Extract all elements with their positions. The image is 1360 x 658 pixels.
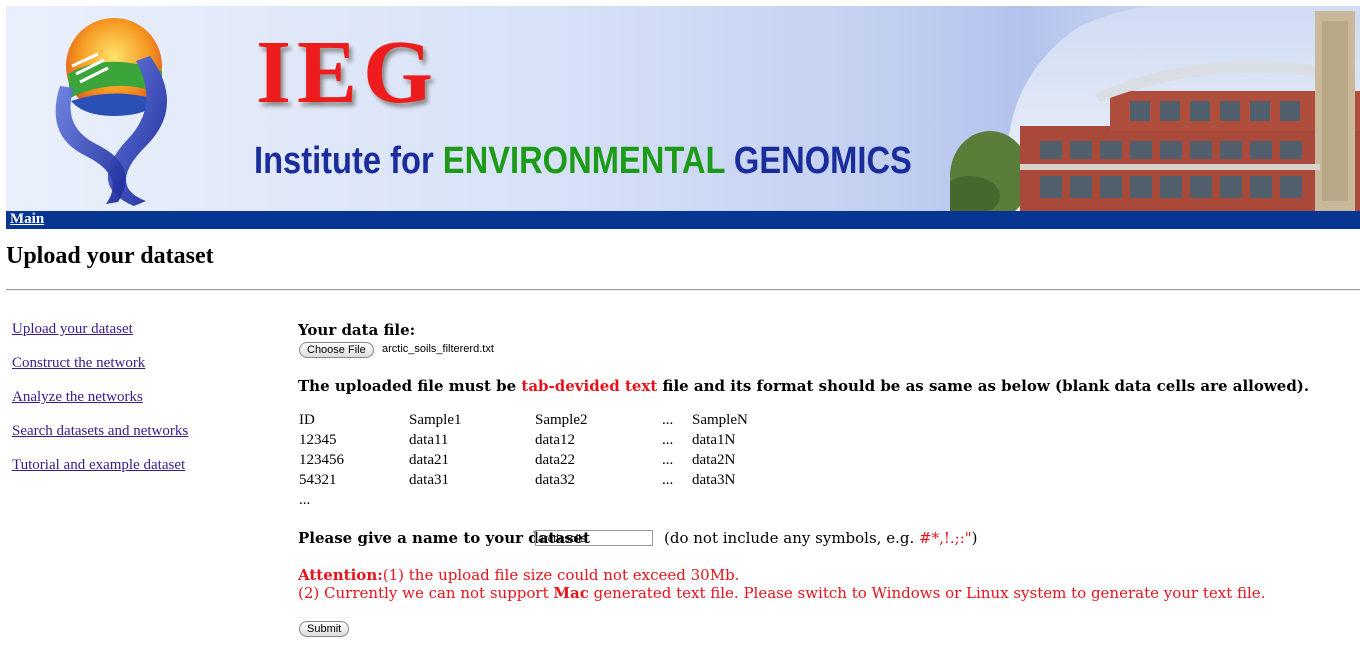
table-cell: SampleN [692, 412, 748, 428]
table-cell: data22 [535, 452, 575, 468]
sidebar-item-search[interactable]: Search datasets and networks [12, 423, 188, 440]
table-cell: ... [662, 452, 674, 468]
attention-text-1: (1) the upload file size could not excee… [382, 566, 740, 584]
table-cell: data1N [692, 432, 736, 448]
name-hint-post: ) [971, 529, 978, 547]
sidebar-item-tutorial[interactable]: Tutorial and example dataset [12, 457, 185, 474]
submit-button[interactable]: Submit [299, 621, 350, 637]
table-cell: Sample1 [409, 412, 462, 428]
subtitle-part1: Institute for [254, 140, 434, 182]
attention-line-2: (2) Currently we can not support Mac gen… [298, 584, 1265, 602]
dataset-name-input[interactable]: arcticsoils [535, 530, 653, 546]
table-trailing-ellipsis: ... [299, 492, 311, 508]
top-navbar: Main [6, 211, 1360, 229]
sidebar-item-upload[interactable]: Upload your dataset [12, 321, 133, 338]
nav-main-link[interactable]: Main [10, 211, 44, 228]
building-photo [950, 6, 1360, 211]
name-hint-symbols: #*,!.;:" [919, 529, 972, 547]
table-cell: ... [662, 472, 674, 488]
format-note: The uploaded file must be tab-devided te… [298, 377, 1309, 395]
table-cell: data3N [692, 472, 736, 488]
dataset-name-hint: (do not include any symbols, e.g. #*,!.;… [664, 529, 978, 547]
table-cell: 123456 [299, 452, 344, 468]
attention-mac: Mac [553, 584, 589, 602]
choose-file-button[interactable]: Choose File [299, 342, 374, 358]
attention-label: Attention: [298, 566, 383, 584]
format-note-pre: The uploaded file must be [298, 377, 517, 395]
site-banner: IEG Institute for ENVIRONMENTAL GENOMICS [6, 6, 1360, 211]
format-note-post: file and its format should be as same as… [662, 377, 1310, 395]
attention-text-2-pre: (2) Currently we can not support [298, 584, 549, 602]
table-cell: data32 [535, 472, 575, 488]
table-cell: data31 [409, 472, 449, 488]
attention-line-1: Attention:(1) the upload file size could… [298, 566, 739, 584]
table-cell: ... [662, 412, 674, 428]
file-label: Your data file: [298, 321, 416, 339]
ieg-logo-icon [55, 18, 168, 206]
ieg-acronym: IEG [256, 23, 440, 122]
table-cell: ... [662, 432, 674, 448]
sidebar-item-analyze[interactable]: Analyze the networks [12, 389, 143, 406]
table-cell: data11 [409, 432, 449, 448]
table-cell: ID [299, 412, 315, 428]
table-cell: data21 [409, 452, 449, 468]
institute-name: Institute for ENVIRONMENTAL GENOMICS [254, 140, 912, 183]
page-title: Upload your dataset [6, 243, 214, 269]
attention-text-2-post: generated text file. Please switch to Wi… [593, 584, 1266, 602]
name-hint-pre: (do not include any symbols, e.g. [664, 529, 915, 547]
table-cell: 54321 [299, 472, 337, 488]
sidebar-item-construct[interactable]: Construct the network [12, 355, 145, 372]
table-cell: data12 [535, 432, 575, 448]
subtitle-part3: GENOMICS [733, 140, 912, 182]
table-cell: data2N [692, 452, 736, 468]
selected-file-name: arctic_soils_filtererd.txt [382, 343, 494, 355]
table-cell: 12345 [299, 432, 337, 448]
format-note-highlight: tab-devided text [521, 377, 658, 395]
table-cell: Sample2 [535, 412, 588, 428]
subtitle-part2: ENVIRONMENTAL [442, 140, 725, 182]
title-divider [6, 289, 1360, 291]
